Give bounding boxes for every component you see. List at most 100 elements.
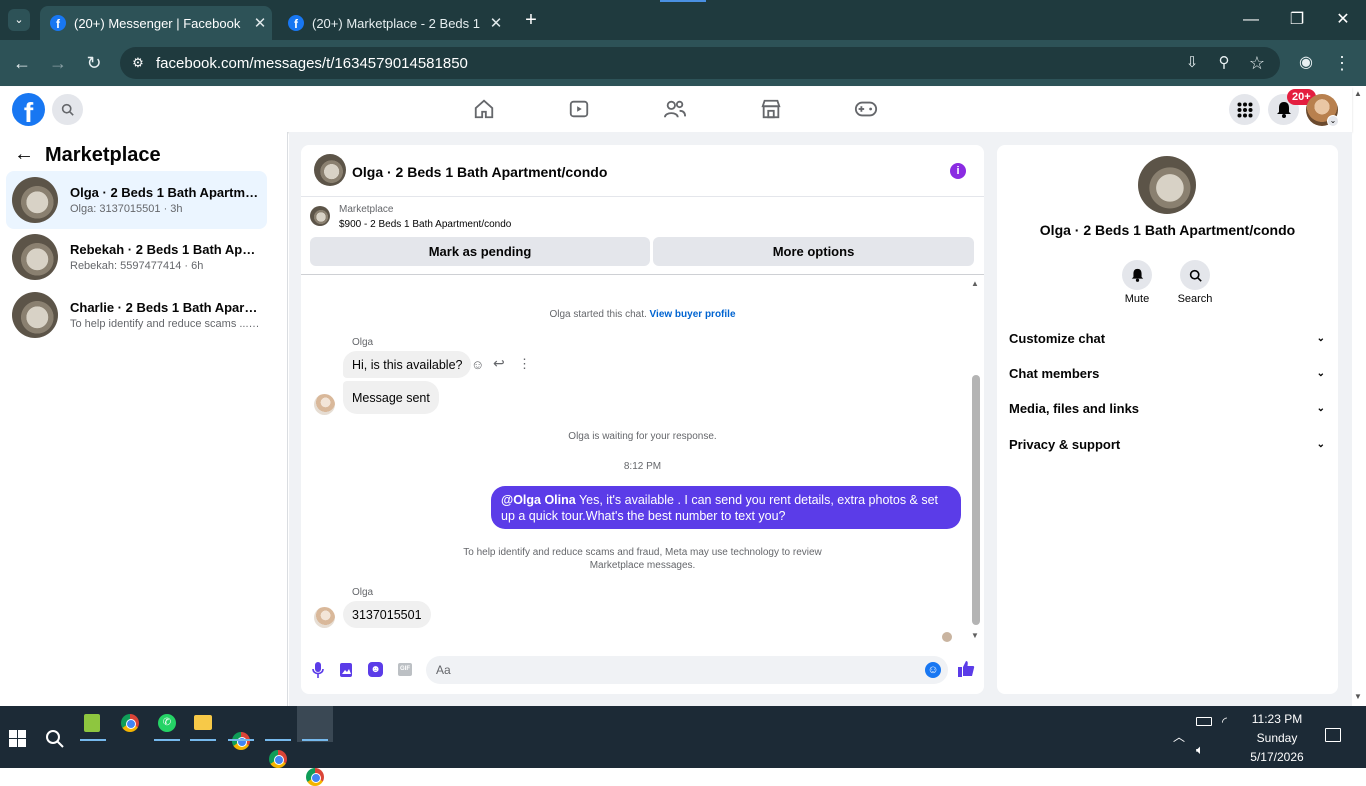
customize-chat-section[interactable]: Customize chat ⌄ [1009, 327, 1325, 349]
more-options-button[interactable]: More options [653, 237, 974, 266]
clock-date[interactable]: 5/17/2026 [1242, 750, 1312, 764]
message-more-icon[interactable]: ⋮ [518, 356, 531, 372]
chrome-app-icon[interactable] [269, 750, 287, 768]
new-tab-button[interactable]: + [516, 8, 546, 32]
menu-kebab-icon[interactable]: ⋮ [1330, 51, 1354, 75]
tab-title: (20+) Messenger | Facebook [74, 15, 241, 31]
mention-tag[interactable]: @Olga Olina [501, 493, 576, 507]
section-label: Media, files and links [1009, 400, 1140, 416]
mute-button[interactable] [1122, 260, 1152, 290]
menu-grid-button[interactable] [1229, 94, 1260, 125]
forward-icon[interactable]: → [46, 51, 70, 75]
photo-icon[interactable] [339, 662, 353, 678]
show-hidden-icons-chevron-up-icon[interactable]: ︿ [1173, 728, 1185, 745]
tab-messenger[interactable]: f (20+) Messenger | Facebook ✕ [40, 6, 272, 40]
file-explorer-icon[interactable] [194, 715, 212, 730]
notepad-app-icon[interactable] [84, 714, 100, 732]
conversation-preview: Olga: 3137015501 · 3h [70, 203, 183, 215]
zoom-icon[interactable]: ⚲ [1212, 51, 1236, 75]
tab-search-button[interactable]: ⌄ [8, 9, 30, 31]
privacy-support-section[interactable]: Privacy & support ⌄ [1009, 433, 1325, 455]
nav-friends-button[interactable] [660, 95, 690, 123]
chat-header-title[interactable]: Olga · 2 Beds 1 Bath Apartment/condo [352, 164, 607, 180]
incoming-message[interactable]: 3137015501 [343, 601, 431, 628]
battery-icon[interactable] [1196, 717, 1212, 726]
listing-photo[interactable] [1138, 156, 1196, 214]
view-buyer-profile-link[interactable]: View buyer profile [650, 309, 736, 320]
chevron-down-icon: ⌄ [1316, 402, 1325, 414]
microphone-icon[interactable] [311, 661, 325, 679]
tab-marketplace[interactable]: f (20+) Marketplace - 2 Beds 1 Ba ✕ [278, 6, 508, 40]
sender-avatar[interactable] [314, 394, 335, 415]
app-running-indicator [190, 739, 216, 741]
back-icon[interactable]: ← [10, 51, 34, 75]
scroll-down-arrow[interactable]: ▼ [971, 631, 979, 640]
site-info-icon[interactable]: ⚙ [120, 55, 156, 71]
reload-icon[interactable]: ↻ [82, 51, 106, 75]
conversation-item-olga[interactable]: Olga · 2 Beds 1 Bath Apartment... Olga: … [6, 171, 267, 229]
bookmark-star-icon[interactable]: ☆ [1245, 51, 1269, 75]
incoming-message[interactable]: Message sent [343, 381, 439, 414]
wifi-icon[interactable]: ◜ [1222, 714, 1227, 730]
page-scroll-up-arrow[interactable]: ▲ [1354, 89, 1362, 98]
facebook-header: f 20+ ⌄ ▲ [0, 87, 1362, 132]
gif-icon[interactable]: GIF [398, 663, 412, 676]
gaming-icon [854, 101, 878, 117]
chat-panel: Olga · 2 Beds 1 Bath Apartment/condo i M… [301, 145, 984, 694]
reply-arrow-icon[interactable]: ↩ [493, 355, 505, 372]
media-files-links-section[interactable]: Media, files and links ⌄ [1009, 397, 1325, 419]
panel-title: Marketplace [45, 144, 161, 166]
search-button[interactable] [52, 94, 83, 125]
scroll-thumb[interactable] [972, 375, 980, 625]
nav-gaming-button[interactable] [851, 95, 881, 123]
chat-info-button[interactable]: i [950, 163, 966, 179]
chrome-app-icon-active[interactable] [306, 768, 324, 786]
sticker-icon[interactable]: ☻ [368, 662, 383, 677]
install-app-icon[interactable]: ⇩ [1180, 51, 1204, 75]
scroll-up-arrow[interactable]: ▲ [971, 279, 979, 288]
minimize-button[interactable]: — [1236, 8, 1266, 32]
react-smiley-icon[interactable]: ☺ [471, 357, 484, 372]
url-omnibox[interactable]: ⚙ facebook.com/messages/t/16345790145818… [120, 47, 1280, 79]
taskbar-search-icon[interactable] [45, 729, 64, 753]
message-timestamp: 8:12 PM [623, 461, 662, 472]
url-text: facebook.com/messages/t/1634579014581850 [156, 54, 468, 72]
page-scroll-down-arrow[interactable]: ▼ [1354, 692, 1362, 701]
restore-button[interactable]: ❐ [1282, 8, 1312, 32]
message-input[interactable]: Aa [426, 656, 948, 684]
outgoing-message[interactable]: @Olga Olina Yes, it's available . I can … [491, 486, 961, 529]
close-tab-icon[interactable]: ✕ [484, 14, 508, 32]
search-in-chat-button[interactable] [1180, 260, 1210, 290]
account-chevron-down-icon[interactable]: ⌄ [1327, 115, 1339, 127]
nav-video-button[interactable] [564, 95, 594, 123]
action-center-icon[interactable] [1325, 728, 1341, 742]
thumbs-up-icon[interactable] [957, 660, 975, 678]
incoming-message[interactable]: Hi, is this available? [343, 351, 472, 378]
chevron-down-icon: ⌄ [1316, 438, 1325, 450]
nav-marketplace-button[interactable] [756, 95, 786, 123]
listing-detail[interactable]: $900 - 2 Beds 1 Bath Apartment/condo [339, 219, 511, 230]
clock-time[interactable]: 11:23 PM [1242, 712, 1312, 726]
chat-members-section[interactable]: Chat members ⌄ [1009, 362, 1325, 384]
clock-day[interactable]: Sunday [1242, 731, 1312, 745]
conversation-item-rebekah[interactable]: Rebekah · 2 Beds 1 Bath Apartm... Rebeka… [6, 228, 267, 286]
windows-start-icon[interactable] [9, 730, 26, 747]
sender-avatar[interactable] [314, 607, 335, 628]
whatsapp-app-icon[interactable]: ✆ [158, 714, 176, 732]
header-divider [301, 196, 984, 197]
chrome-app-icon[interactable] [232, 732, 250, 750]
conversation-item-charlie[interactable]: Charlie · 2 Beds 1 Bath Apartme... To he… [6, 286, 267, 344]
volume-icon[interactable]: 🔈︎ [1196, 742, 1204, 758]
emoji-icon[interactable]: ☺ [925, 662, 941, 678]
message-input-placeholder: Aa [436, 663, 451, 677]
nav-home-button[interactable] [469, 95, 499, 123]
profile-icon[interactable]: ◉ [1294, 51, 1318, 75]
chat-header-thumbnail[interactable] [314, 154, 346, 186]
mark-as-pending-button[interactable]: Mark as pending [310, 237, 650, 266]
back-arrow-icon[interactable]: ← [14, 143, 34, 166]
facebook-logo-icon[interactable]: f [12, 93, 45, 126]
close-tab-icon[interactable]: ✕ [248, 14, 272, 32]
chrome-app-icon[interactable] [121, 714, 139, 732]
close-window-button[interactable]: ✕ [1328, 8, 1358, 32]
section-label: Customize chat [1009, 330, 1106, 346]
